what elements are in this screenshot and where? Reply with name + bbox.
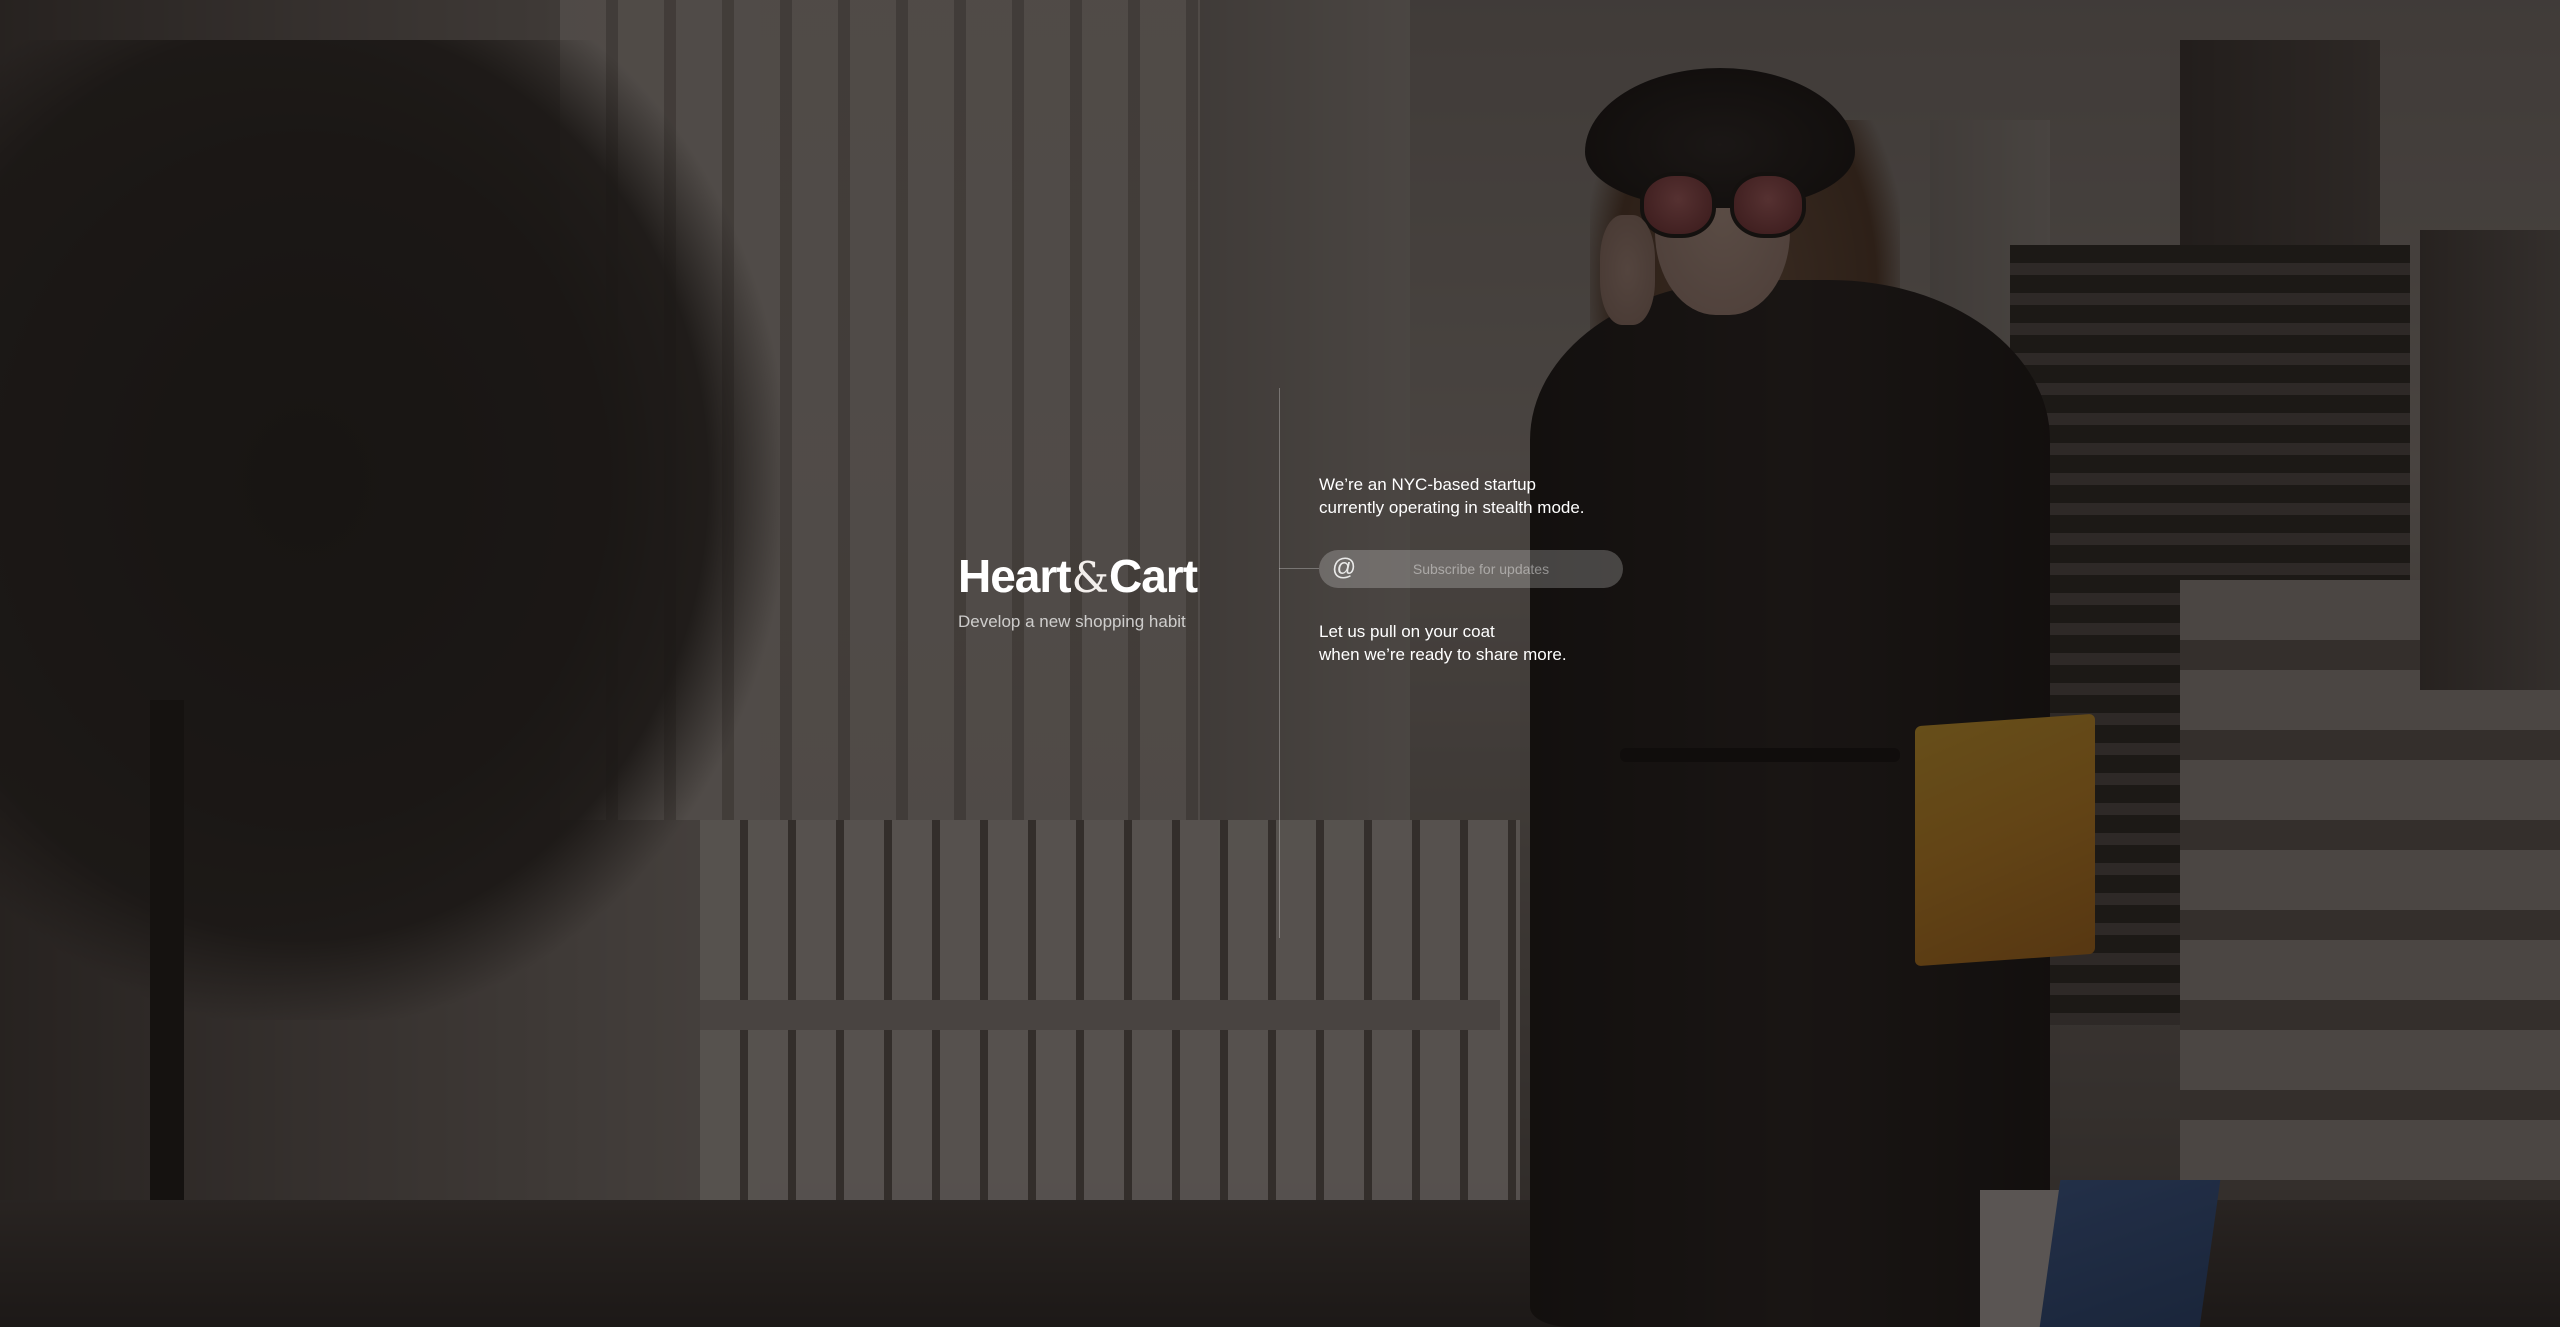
subscribe-form: @ [1319,550,1623,588]
background-photo [0,0,2560,1327]
outro-line-2: when we’re ready to share more. [1319,645,1567,664]
intro-line-1: We’re an NYC-based startup [1319,475,1537,494]
intro-text: We’re an NYC-based startup currently ope… [1319,473,1585,519]
logo-word-heart: Heart [958,550,1072,602]
at-icon: @ [1331,554,1357,581]
dark-overlay [0,0,2560,1327]
logo-word-cart: Cart [1109,550,1198,602]
outro-line-1: Let us pull on your coat [1319,622,1495,641]
intro-line-2: currently operating in stealth mode. [1319,498,1585,517]
subscribe-email-input[interactable] [1359,551,1623,587]
vertical-divider [1279,388,1280,938]
brand-block: Heart&Cart Develop a new shopping habit [958,548,1198,632]
tagline: Develop a new shopping habit [958,612,1186,631]
logo-ampersand: & [1071,553,1109,602]
divider-connector [1279,568,1319,569]
logo: Heart&Cart [958,548,1198,606]
outro-text: Let us pull on your coat when we’re read… [1319,620,1567,666]
